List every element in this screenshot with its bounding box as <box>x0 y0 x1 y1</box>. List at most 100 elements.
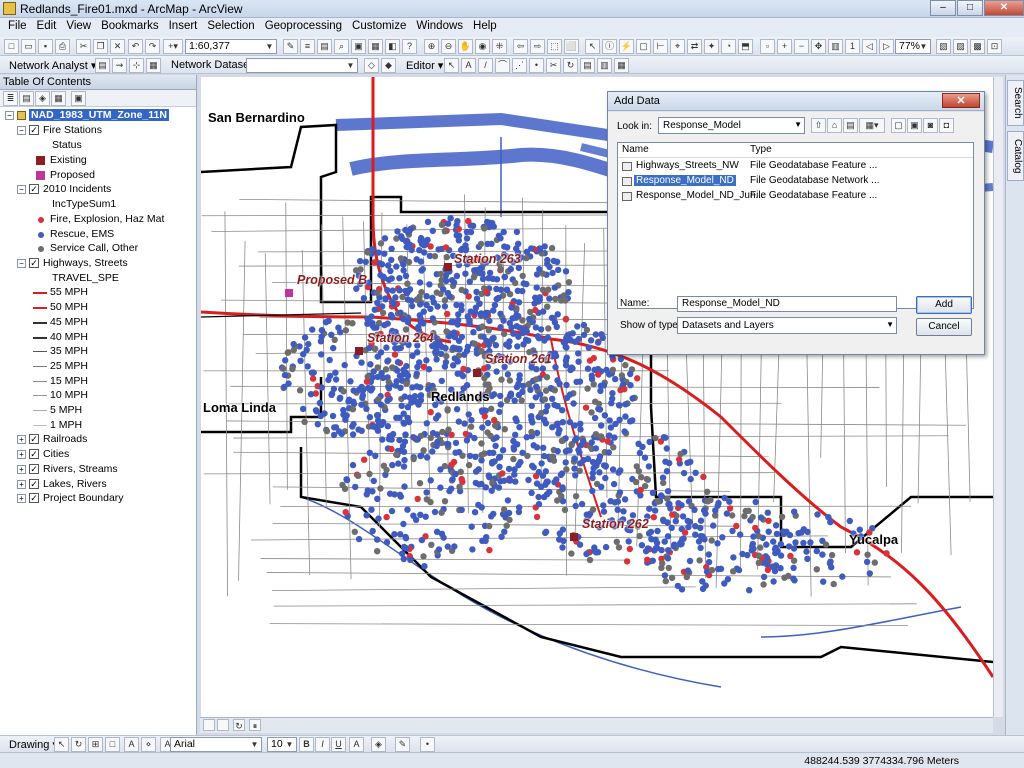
layer-visibility-checkbox[interactable]: ✓ <box>29 479 39 489</box>
network-analyst-menu[interactable]: Network Analyst ▾ <box>9 59 96 72</box>
toggle-draft-icon[interactable]: ▧ <box>936 39 951 54</box>
bold-icon[interactable]: B <box>299 737 314 752</box>
find-icon[interactable]: ⌖ <box>670 39 685 54</box>
zoom-out-icon[interactable]: ⊖ <box>441 39 456 54</box>
change-layout-icon[interactable]: ▩ <box>970 39 985 54</box>
font-combo[interactable]: Arial ▼ <box>170 737 262 752</box>
list-by-selection-icon[interactable]: ▦ <box>51 91 66 106</box>
up-one-level-icon[interactable]: ⇧ <box>811 118 826 133</box>
rotate-icon[interactable]: ↻ <box>563 58 578 73</box>
open-icon[interactable]: ▭ <box>21 39 36 54</box>
toc-layer-project-boundary[interactable]: + ✓ Project Boundary <box>0 491 197 506</box>
list-by-drawing-order-icon[interactable]: ≣ <box>3 91 18 106</box>
cut-icon[interactable]: ✂ <box>76 39 91 54</box>
zoom-in-icon[interactable]: ⊕ <box>424 39 439 54</box>
file-list[interactable]: Name Type Highways_Streets_NW File Geoda… <box>617 142 974 309</box>
layout-prev-icon[interactable]: ◁ <box>862 39 877 54</box>
focus-data-frame-icon[interactable]: ▨ <box>953 39 968 54</box>
new-text-icon[interactable]: A <box>124 737 139 752</box>
catalog-icon[interactable]: ▣ <box>907 118 922 133</box>
undo-icon[interactable]: ↶ <box>128 39 143 54</box>
straight-segment-icon[interactable]: / <box>478 58 493 73</box>
toolbox-icon[interactable]: ◘ <box>939 118 954 133</box>
new-folder-icon[interactable]: ▢ <box>891 118 906 133</box>
toc-layer-fire-stations[interactable]: − ✓ Fire Stations <box>0 123 197 138</box>
layout-view-icon[interactable] <box>217 719 229 731</box>
go-to-xy-icon[interactable]: ✦ <box>704 39 719 54</box>
new-rectangle-icon[interactable]: □ <box>105 737 120 752</box>
create-location-icon[interactable]: ⊹ <box>129 58 144 73</box>
menu-selection[interactable]: Selection <box>202 18 259 34</box>
italic-icon[interactable]: I <box>315 737 330 752</box>
arctoolbox-icon[interactable]: ▣ <box>351 39 366 54</box>
list-by-source-icon[interactable]: ▤ <box>19 91 34 106</box>
layer-visibility-checkbox[interactable]: ✓ <box>29 449 39 459</box>
dataframe-name[interactable]: NAD_1983_UTM_Zone_11N <box>29 109 169 121</box>
print-icon[interactable]: ⎙ <box>55 39 70 54</box>
name-field[interactable]: Response_Model_ND <box>677 296 897 312</box>
network-tool-b-icon[interactable]: ◆ <box>381 58 396 73</box>
line-color-icon[interactable]: ✎ <box>395 737 410 752</box>
layer-visibility-checkbox[interactable]: ✓ <box>29 493 39 503</box>
layer-visibility-checkbox[interactable]: ✓ <box>29 125 39 135</box>
sketch-properties-icon[interactable]: ▥ <box>597 58 612 73</box>
pause-drawing-icon[interactable]: ⏸ <box>249 719 261 731</box>
layer-visibility-checkbox[interactable]: ✓ <box>29 434 39 444</box>
network-dataset-combo[interactable]: ▼ <box>246 58 358 73</box>
select-elements-icon[interactable]: ↖ <box>585 39 600 54</box>
minimize-button[interactable]: – <box>930 0 956 16</box>
expand-icon[interactable]: + <box>17 435 26 444</box>
menu-help[interactable]: Help <box>468 18 502 34</box>
collapse-icon[interactable]: − <box>17 126 26 135</box>
drawing-menu[interactable]: Drawing ▾ <box>9 738 58 751</box>
menu-geoprocessing[interactable]: Geoprocessing <box>260 18 347 34</box>
attributes-icon[interactable]: ▤ <box>580 58 595 73</box>
select-elements-icon[interactable]: ↖ <box>54 737 69 752</box>
edit-tool-icon[interactable]: ↖ <box>444 58 459 73</box>
fill-color-icon[interactable]: ◈ <box>371 737 386 752</box>
expand-icon[interactable]: + <box>17 494 26 503</box>
catalog-tab[interactable]: Catalog <box>1007 131 1024 181</box>
layer-visibility-checkbox[interactable]: ✓ <box>29 464 39 474</box>
search-tab[interactable]: Search <box>1007 80 1024 126</box>
python-window-icon[interactable]: ▦ <box>368 39 383 54</box>
connect-folder-icon[interactable]: ▤ <box>843 118 858 133</box>
create-viewer-icon[interactable]: ⬒ <box>738 39 753 54</box>
view-options-icon[interactable]: ▦▾ <box>859 118 885 133</box>
list-by-visibility-icon[interactable]: ◈ <box>35 91 50 106</box>
network-tool-a-icon[interactable]: ◇ <box>364 58 379 73</box>
toc-layer-lakes[interactable]: + ✓ Lakes, Rivers <box>0 477 197 492</box>
toc-layer-incidents[interactable]: − ✓ 2010 Incidents <box>0 182 197 197</box>
find-route-icon[interactable]: ⇄ <box>687 39 702 54</box>
look-in-combo[interactable]: Response_Model ▼ <box>658 117 805 134</box>
menu-customize[interactable]: Customize <box>347 18 411 34</box>
font-size-combo[interactable]: 10 ▼ <box>267 737 297 752</box>
refresh-icon[interactable]: ↻ <box>233 719 245 731</box>
add-data-icon[interactable]: +▾ <box>163 39 183 54</box>
zoom-percent-combo[interactable]: 77% ▼ <box>895 39 931 54</box>
fixed-zoom-icon[interactable]: ⁜ <box>492 39 507 54</box>
catalog-window-icon[interactable]: ▤ <box>317 39 332 54</box>
marker-color-icon[interactable]: • <box>420 737 435 752</box>
maximize-button[interactable]: □ <box>957 0 983 16</box>
new-icon[interactable]: □ <box>4 39 19 54</box>
collapse-icon[interactable]: − <box>17 259 26 268</box>
time-slider-icon[interactable]: ◔ <box>721 39 736 54</box>
file-row[interactable]: Response_Model_ND_Jun... File Geodatabas… <box>618 189 973 204</box>
point-icon[interactable]: • <box>529 58 544 73</box>
menu-view[interactable]: View <box>61 18 96 34</box>
cancel-button[interactable]: Cancel <box>916 318 972 336</box>
menu-windows[interactable]: Windows <box>411 18 468 34</box>
font-color-icon[interactable]: A <box>349 737 364 752</box>
layout-select-icon[interactable]: ▫ <box>760 39 775 54</box>
toc-options-icon[interactable]: ▣ <box>71 91 86 106</box>
expand-icon[interactable]: + <box>17 480 26 489</box>
hyperlink-icon[interactable]: ⚡ <box>619 39 634 54</box>
select-features-icon[interactable]: ⬚ <box>547 39 562 54</box>
menu-bookmarks[interactable]: Bookmarks <box>96 18 164 34</box>
model-builder-icon[interactable]: ◧ <box>385 39 400 54</box>
table-of-contents-icon[interactable]: ≡ <box>300 39 315 54</box>
expand-icon[interactable]: + <box>17 465 26 474</box>
back-extent-icon[interactable]: ⇦ <box>513 39 528 54</box>
layout-pan-icon[interactable]: ✥ <box>811 39 826 54</box>
